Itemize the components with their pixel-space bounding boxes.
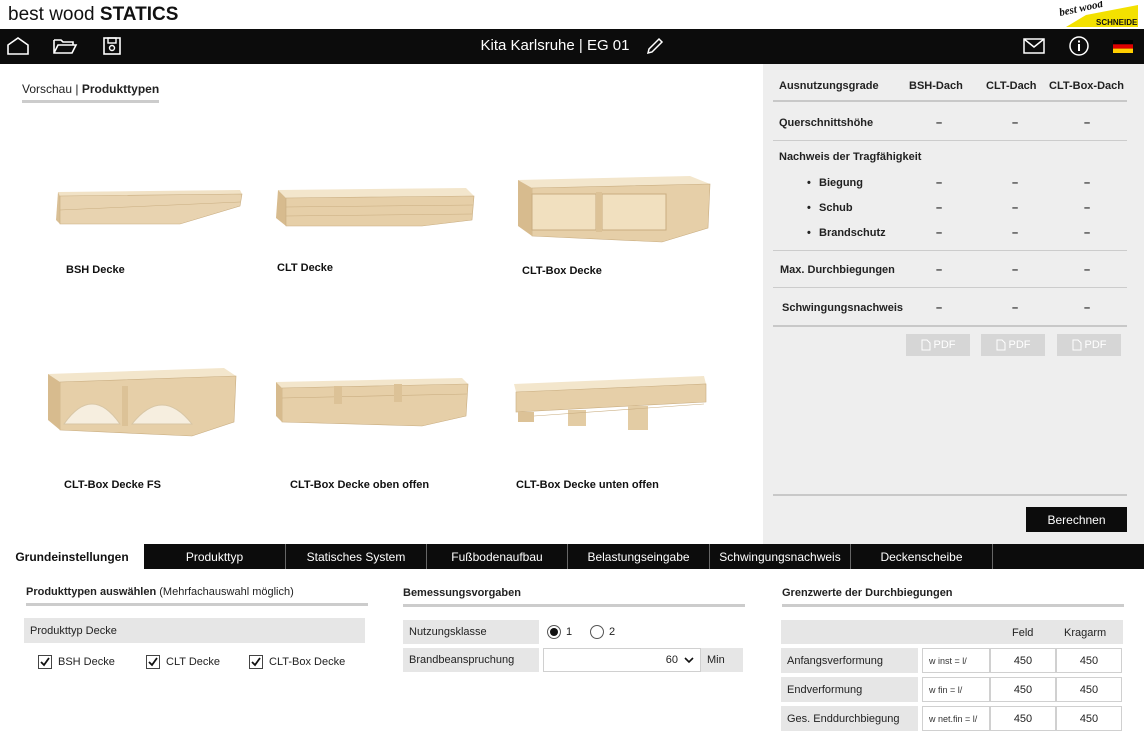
logo-text-bottom: SCHNEIDER [1096,18,1138,27]
brandbeanspruchung-label: Brandbeanspruchung [403,648,539,672]
tab-fussbodenaufbau[interactable]: Fußbodenaufbau [427,544,568,569]
language-flag-de-icon[interactable] [1110,35,1136,57]
header-clt-box-dach: CLT-Box-Dach [1049,80,1124,92]
info-icon[interactable] [1066,35,1092,57]
header-bsh-dach: BSH-Dach [909,80,963,92]
breadcrumb-current: Produkttypen [81,82,160,96]
pdf-file-icon [996,339,1005,351]
results-divider [773,250,1127,251]
product-clt-box-decke-unten-offen[interactable]: CLT-Box Decke unten offen [508,372,713,491]
column-kragarm: Kragarm [1064,627,1107,639]
tab-schwingungsnachweis[interactable]: Schwingungsnachweis [710,544,851,569]
tab-deckenscheibe[interactable]: Deckenscheibe [851,544,993,569]
radio-nutzungsklasse-1[interactable]: 1 [547,625,572,639]
mail-icon[interactable] [1021,35,1047,57]
tab-statisches-system[interactable]: Statisches System [286,544,427,569]
product-label: CLT-Box Decke [522,265,602,277]
formula-w-inst: w inst = l/ [922,648,990,673]
product-clt-box-decke-fs[interactable]: CLT-Box Decke FS [42,364,242,491]
checkbox-box[interactable] [249,655,263,669]
project-title: Kita Karlsruhe | EG 01 [480,37,630,54]
product-label: CLT-Box Decke unten offen [516,479,659,491]
home-icon[interactable] [5,35,31,57]
product-preview-pane [0,64,763,544]
product-label: CLT-Box Decke oben offen [290,479,430,491]
pdf-file-icon [921,339,930,351]
check-icon [40,657,50,667]
checkbox-box[interactable] [146,655,160,669]
clt-box-decke-unten-offen-image [514,376,707,430]
product-clt-decke[interactable]: CLT Decke [272,180,477,274]
checkbox-clt-box-decke[interactable]: CLT-Box Decke [249,655,345,669]
product-bsh-decke[interactable]: BSH Decke [50,180,250,276]
ges-enddurchbiegung-kragarm-input[interactable]: 450 [1056,706,1122,731]
formula-w-fin: w fin = l/ [922,677,990,702]
section-grenzwerte-heading: Grenzwerte der Durchbiegungen [782,587,1124,607]
anfangsverformung-feld-input[interactable]: 450 [990,648,1056,673]
brand-logo: best wood SCHNEIDER [1056,0,1143,28]
clt-box-decke-fs-image [48,368,237,437]
checkbox-bsh-decke[interactable]: BSH Decke [38,655,115,669]
save-icon[interactable] [99,35,125,57]
product-clt-box-decke[interactable]: CLT-Box Decke [512,172,717,277]
breadcrumb: Vorschau | Produkttypen [22,82,160,103]
tab-produkttyp[interactable]: Produkttyp [144,544,286,569]
header-ausnutzungsgrade: Ausnutzungsgrade [779,80,879,92]
app-title: best wood STATICS [8,4,179,25]
pdf-button-bsh[interactable]: PDF [906,334,970,356]
top-toolbar: Kita Karlsruhe | EG 01 [0,29,1144,64]
produkttyp-decke-group: Produkttyp Decke [24,618,365,643]
header-clt-dach: CLT-Dach [986,80,1037,92]
results-footer-divider [773,494,1127,496]
checkbox-clt-decke[interactable]: CLT Decke [146,655,220,669]
bsh-decke-image [56,190,243,225]
tab-belastungseingabe[interactable]: Belastungseingabe [568,544,710,569]
product-clt-box-decke-oben-offen[interactable]: CLT-Box Decke oben offen [272,372,472,491]
checkbox-box[interactable] [38,655,52,669]
results-divider [773,287,1127,288]
clt-box-decke-image [518,176,711,243]
berechnen-button[interactable]: Berechnen [1026,507,1127,532]
ges-enddurchbiegung-label: Ges. Enddurchbiegung [781,706,918,731]
product-label: CLT-Box Decke FS [64,479,161,491]
anfangsverformung-label: Anfangsverformung [781,648,918,673]
radio-nutzungsklasse-2[interactable]: 2 [590,625,615,639]
column-feld: Feld [1012,627,1034,639]
endverformung-label: Endverformung [781,677,918,702]
tab-bar: Grundeinstellungen Produkttyp Statisches… [0,544,1144,569]
brandbeanspruchung-unit: Min [701,648,743,672]
chevron-down-icon [684,656,694,663]
check-icon [251,657,261,667]
pdf-button-clt-box[interactable]: PDF [1057,334,1121,356]
brandbeanspruchung-select[interactable]: 60 [543,648,701,672]
formula-w-net-fin: w net.fin = l/ [922,706,990,731]
section-bemessungsvorgaben-heading: Bemessungsvorgaben [403,587,745,607]
product-label: CLT Decke [277,262,334,274]
folder-open-icon[interactable] [52,35,78,57]
pdf-button-clt[interactable]: PDF [981,334,1045,356]
section-produkttypen-heading: Produkttypen auswählen (Mehrfachauswahl … [26,586,368,606]
pdf-file-icon [1072,339,1081,351]
results-divider [773,325,1127,327]
product-label: BSH Decke [66,264,125,276]
endverformung-feld-input[interactable]: 450 [990,677,1056,702]
clt-box-decke-oben-offen-image [276,378,469,427]
clt-decke-image [276,188,475,227]
tab-grundeinstellungen[interactable]: Grundeinstellungen [0,544,144,569]
nutzungsklasse-label: Nutzungsklasse [403,620,539,644]
check-icon [148,657,158,667]
edit-pencil-icon[interactable] [642,35,668,57]
anfangsverformung-kragarm-input[interactable]: 450 [1056,648,1122,673]
endverformung-kragarm-input[interactable]: 450 [1056,677,1122,702]
results-header-divider [773,100,1127,102]
results-divider [773,140,1127,141]
breadcrumb-vorschau[interactable]: Vorschau [22,82,72,96]
ges-enddurchbiegung-feld-input[interactable]: 450 [990,706,1056,731]
